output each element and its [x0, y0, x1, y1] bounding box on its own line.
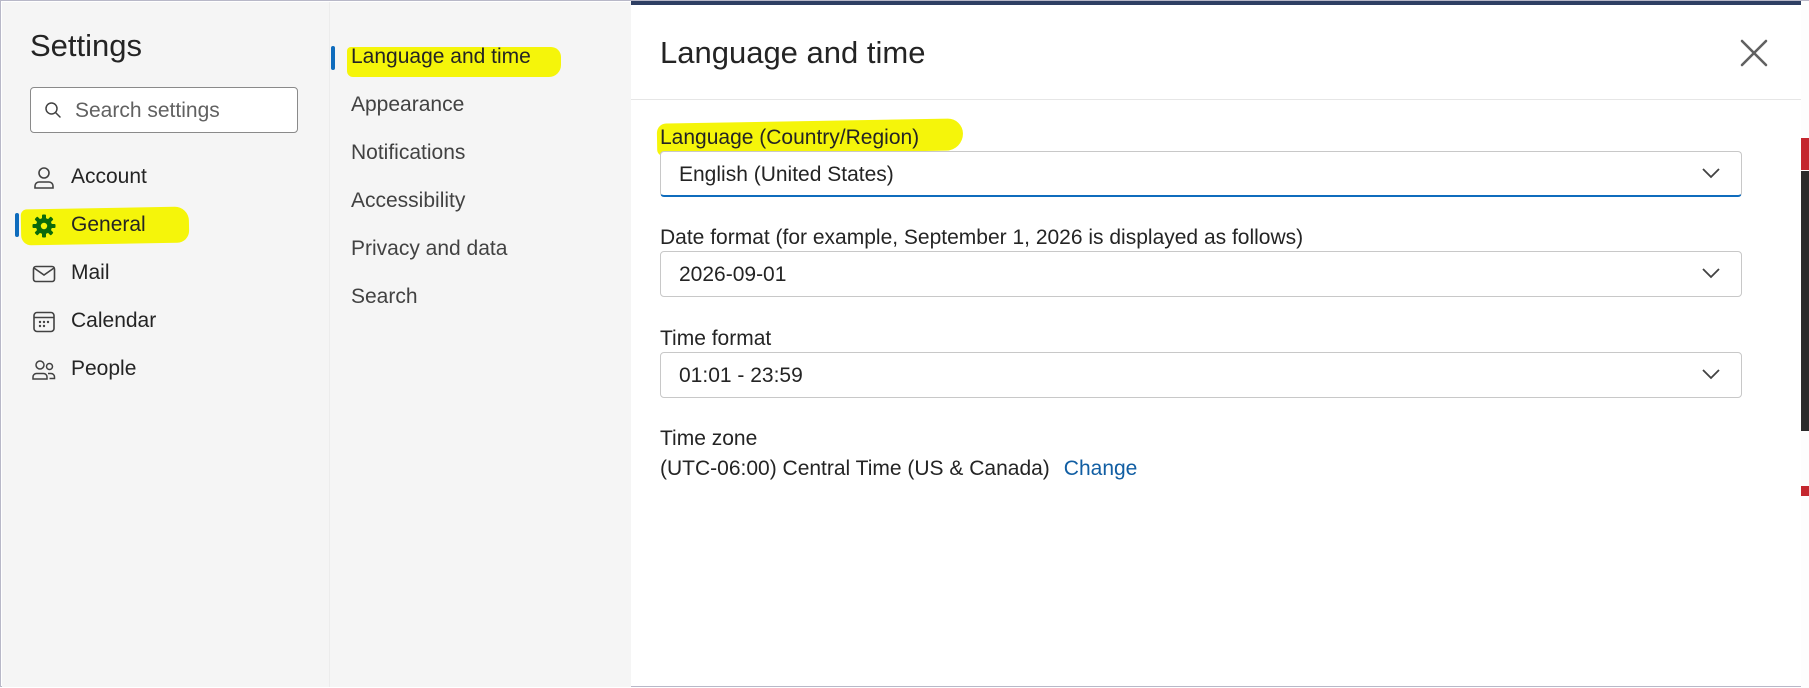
change-time-zone-link[interactable]: Change [1064, 457, 1138, 480]
time-zone-row: (UTC-06:00) Central Time (US & Canada) Ch… [660, 457, 1137, 481]
background-window-fragment [1801, 171, 1809, 431]
nav-item-general[interactable]: General [15, 203, 315, 247]
subnav-item-label: Notifications [351, 141, 466, 164]
subnav-item-label: Language and time [351, 45, 531, 68]
nav-item-calendar[interactable]: Calendar [15, 299, 315, 343]
settings-nav: Settings [2, 2, 329, 687]
gear-icon [32, 214, 56, 238]
subnav-item-language-and-time[interactable]: Language and time [331, 37, 601, 77]
chevron-down-icon [1702, 369, 1720, 380]
background-window-fragment [1801, 486, 1809, 496]
subnav-item-privacy-and-data[interactable]: Privacy and data [331, 229, 601, 269]
subnav-item-notifications[interactable]: Notifications [331, 133, 601, 173]
nav-item-mail[interactable]: Mail [15, 251, 315, 295]
content-fields: Language (Country/Region) English (Unite… [631, 5, 1801, 685]
time-format-value: 01:01 - 23:59 [679, 364, 803, 387]
language-label: Language (Country/Region) [660, 126, 920, 149]
chevron-down-icon [1702, 168, 1720, 179]
subnav-item-label: Accessibility [351, 189, 466, 212]
date-format-dropdown[interactable]: 2026-09-01 [660, 251, 1742, 297]
chevron-down-icon [1702, 268, 1720, 279]
people-icon [32, 360, 56, 380]
subnav-item-appearance[interactable]: Appearance [331, 85, 601, 125]
settings-search-box[interactable] [30, 87, 298, 133]
subnav-item-label: Privacy and data [351, 237, 508, 260]
selected-indicator [331, 46, 335, 70]
nav-item-label: Mail [71, 261, 110, 284]
time-format-label: Time format [660, 327, 772, 350]
person-icon [34, 167, 54, 189]
nav-item-label: Account [71, 165, 147, 188]
nav-item-label: General [71, 213, 146, 236]
nav-item-people[interactable]: People [15, 347, 315, 391]
time-zone-value: (UTC-06:00) Central Time (US & Canada) [660, 457, 1050, 480]
nav-item-account[interactable]: Account [15, 155, 315, 199]
mail-icon [32, 265, 56, 283]
selected-indicator [15, 213, 19, 237]
subnav-item-label: Appearance [351, 93, 465, 116]
date-format-value: 2026-09-01 [679, 263, 787, 286]
settings-search-input[interactable] [73, 96, 287, 126]
nav-item-label: Calendar [71, 309, 157, 332]
subnav-item-search[interactable]: Search [331, 277, 601, 317]
search-icon [45, 102, 61, 118]
time-format-dropdown[interactable]: 01:01 - 23:59 [660, 352, 1742, 398]
subnav-item-label: Search [351, 285, 418, 308]
date-format-label: Date format (for example, September 1, 2… [660, 226, 1304, 249]
language-value: English (United States) [679, 163, 894, 186]
language-dropdown[interactable]: English (United States) [660, 151, 1742, 197]
settings-title: Settings [30, 28, 143, 63]
nav-item-label: People [71, 357, 137, 380]
calendar-icon [33, 311, 55, 333]
settings-window: Settings Account [0, 0, 1809, 688]
time-zone-label: Time zone [660, 427, 758, 450]
background-window-fragment [1801, 138, 1809, 170]
subnav-item-accessibility[interactable]: Accessibility [331, 181, 601, 221]
